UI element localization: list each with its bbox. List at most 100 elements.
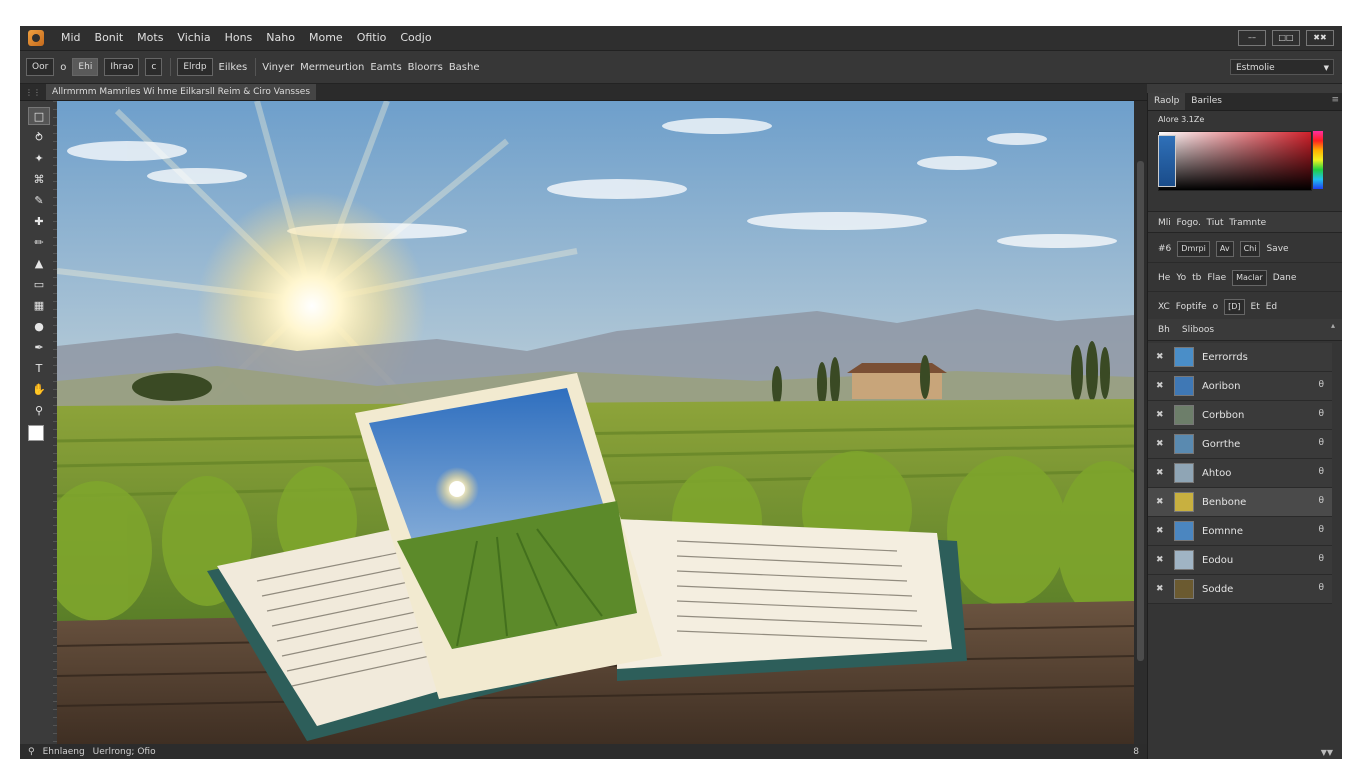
eyedropper-icon[interactable]: ✎	[28, 191, 50, 209]
layer-row[interactable]: ✖ Corbbon θ	[1148, 401, 1332, 430]
layer-row[interactable]: ✖ Ahtoo θ	[1148, 459, 1332, 488]
prop-row2-dane[interactable]: Dane	[1273, 273, 1297, 283]
lock-icon[interactable]: θ	[1318, 583, 1324, 593]
prop-row3-d[interactable]: [D]	[1224, 298, 1245, 315]
visibility-icon[interactable]: ✖	[1156, 526, 1170, 536]
visibility-icon[interactable]: ✖	[1156, 439, 1170, 449]
menu-item-8[interactable]: Ofitio	[350, 26, 394, 50]
document-canvas[interactable]	[57, 101, 1134, 744]
menu-item-3[interactable]: Mots	[130, 26, 170, 50]
layer-row[interactable]: ✖ Gorrthe θ	[1148, 430, 1332, 459]
visibility-icon[interactable]: ✖	[1156, 584, 1170, 594]
workspace-select[interactable]: Estmolie ▼	[1230, 59, 1334, 75]
lock-icon[interactable]: θ	[1318, 496, 1324, 506]
rectangle-select-icon[interactable]: □	[28, 107, 50, 125]
eraser-icon[interactable]: ▭	[28, 275, 50, 293]
pen-icon[interactable]: ✒	[28, 338, 50, 356]
tab-swatches[interactable]: Bariles	[1185, 93, 1228, 110]
option-style[interactable]: Elrdp	[177, 58, 213, 76]
prop-row2-maclar[interactable]: Maclar	[1232, 269, 1267, 286]
app-logo-icon[interactable]	[28, 30, 44, 46]
menu-item-6[interactable]: Naho	[259, 26, 302, 50]
visibility-icon[interactable]: ✖	[1156, 497, 1170, 507]
option-feather[interactable]: Ihrao	[104, 58, 140, 76]
option-mode[interactable]: o	[60, 62, 66, 73]
menu-item-1[interactable]: Mid	[54, 26, 88, 50]
prop-row2-tb[interactable]: tb	[1192, 273, 1201, 283]
option-bloorrs[interactable]: Bloorrs	[408, 62, 443, 73]
layer-name[interactable]: Sodde	[1202, 584, 1233, 595]
option-new-selection[interactable]: Ehi	[72, 58, 99, 76]
properties-title-3[interactable]: Tramnte	[1229, 218, 1266, 228]
visibility-icon[interactable]: ✖	[1156, 381, 1170, 391]
properties-title-2[interactable]: Tiut	[1207, 218, 1224, 228]
layer-name[interactable]: Benbone	[1202, 497, 1246, 508]
visibility-icon[interactable]: ✖	[1156, 410, 1170, 420]
lock-icon[interactable]: θ	[1318, 438, 1324, 448]
layer-row[interactable]: ✖ Eerrorrds	[1148, 343, 1332, 372]
type-icon[interactable]: T	[28, 359, 50, 377]
zoom-icon[interactable]: ⚲	[28, 401, 50, 419]
prop-row2-flae[interactable]: Flae	[1207, 273, 1226, 283]
magic-wand-icon[interactable]: ✦	[28, 149, 50, 167]
menu-item-5[interactable]: Hons	[218, 26, 260, 50]
clone-stamp-icon[interactable]: ▲	[28, 254, 50, 272]
layer-name[interactable]: Aoribon	[1202, 381, 1240, 392]
status-zoom-text[interactable]: Ehnlaeng	[43, 747, 85, 757]
tab-color[interactable]: Raolp	[1148, 93, 1186, 110]
blur-icon[interactable]: ●	[28, 317, 50, 335]
zoom-icon-status[interactable]: ⚲	[28, 747, 35, 757]
visibility-icon[interactable]: ✖	[1156, 555, 1170, 565]
foreground-color-swatch[interactable]	[28, 425, 44, 441]
option-viewer[interactable]: Vinyer	[262, 62, 294, 73]
visibility-icon[interactable]: ✖	[1156, 352, 1170, 362]
lock-icon[interactable]: θ	[1318, 409, 1324, 419]
option-bashe[interactable]: Bashe	[449, 62, 480, 73]
minimize-button[interactable]: ––	[1238, 30, 1266, 46]
menu-item-2[interactable]: Bonit	[88, 26, 131, 50]
menu-item-7[interactable]: Mome	[302, 26, 350, 50]
layer-row[interactable]: ✖ Eodou θ	[1148, 546, 1332, 575]
prop-row1-av[interactable]: Av	[1215, 240, 1234, 257]
collapse-icon[interactable]: ▴	[1331, 321, 1335, 330]
prop-row3-o[interactable]: o	[1213, 302, 1219, 312]
prop-row3-foptife[interactable]: Foptife	[1176, 302, 1207, 312]
prop-row1-chi[interactable]: Chi	[1239, 240, 1261, 257]
color-field[interactable]	[1158, 131, 1312, 191]
option-filter[interactable]: Eilkes	[219, 62, 248, 73]
option-mermeurtion[interactable]: Mermeurtion	[300, 62, 364, 73]
color-swatches[interactable]	[28, 425, 50, 451]
layer-name[interactable]: Ahtoo	[1202, 468, 1231, 479]
prop-row3-et[interactable]: Et	[1251, 302, 1260, 312]
current-color-chip[interactable]	[1158, 135, 1176, 187]
lock-icon[interactable]: θ	[1318, 380, 1324, 390]
maximize-button[interactable]: □□	[1272, 30, 1300, 46]
option-value[interactable]: c	[145, 58, 163, 76]
layer-row[interactable]: ✖ Sodde θ	[1148, 575, 1332, 604]
layer-name[interactable]: Corbbon	[1202, 410, 1244, 421]
crop-icon[interactable]: ⌘	[28, 170, 50, 188]
brush-icon[interactable]: ✏	[28, 233, 50, 251]
lasso-icon[interactable]: ⥁	[28, 128, 50, 146]
layer-name[interactable]: Eodou	[1202, 555, 1233, 566]
lock-icon[interactable]: θ	[1318, 554, 1324, 564]
lock-icon[interactable]: θ	[1318, 525, 1324, 535]
option-eamts[interactable]: Eamts	[370, 62, 401, 73]
healing-brush-icon[interactable]: ✚	[28, 212, 50, 230]
prop-row2-yo[interactable]: Yo	[1176, 273, 1186, 283]
scrollbar-thumb[interactable]	[1137, 161, 1144, 661]
color-picker[interactable]	[1158, 131, 1326, 191]
properties-title-1[interactable]: Fogo.	[1177, 218, 1201, 228]
prop-row1-save[interactable]: Save	[1266, 244, 1288, 254]
tab-grip-icon[interactable]: ⋮⋮	[20, 88, 46, 97]
layer-name[interactable]: Eomnne	[1202, 526, 1243, 537]
layer-row[interactable]: ✖ Benbone θ	[1148, 488, 1332, 517]
layer-row[interactable]: ✖ Eomnne θ	[1148, 517, 1332, 546]
hue-slider[interactable]	[1313, 131, 1323, 189]
layers-header-title[interactable]: Sliboos	[1182, 325, 1214, 335]
document-tab[interactable]: Allrmrmm Mamriles Wi hme Eilkarsll Reim …	[46, 84, 317, 100]
prop-row1-field[interactable]: Dmrpi	[1177, 240, 1210, 257]
layer-row[interactable]: ✖ Aoribon θ	[1148, 372, 1332, 401]
menu-item-9[interactable]: Codjo	[393, 26, 438, 50]
gradient-icon[interactable]: ▦	[28, 296, 50, 314]
